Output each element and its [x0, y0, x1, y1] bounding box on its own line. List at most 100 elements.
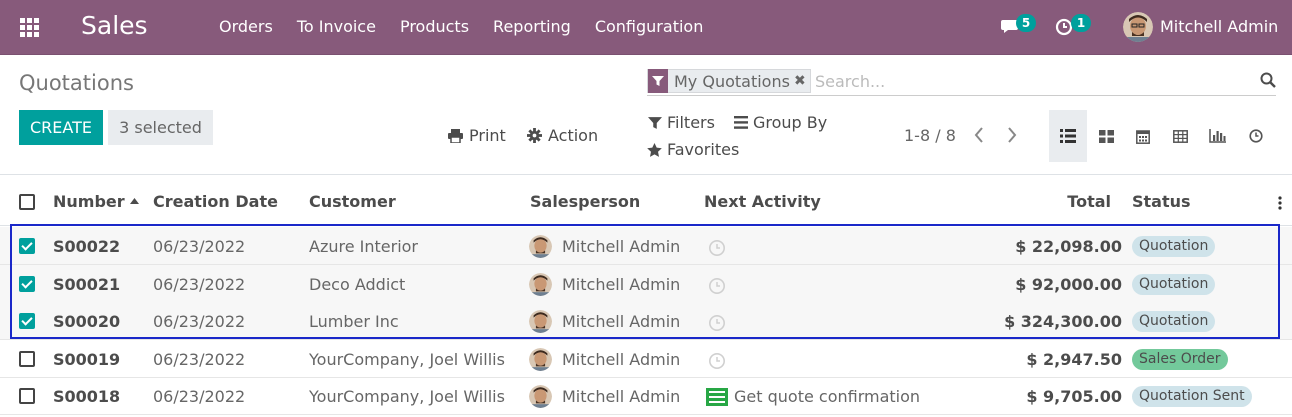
chevron-left-icon[interactable]: [974, 127, 984, 143]
print-button[interactable]: Print: [448, 126, 506, 145]
customer-name: YourCompany, Joel Willis: [309, 349, 505, 369]
messages-count-badge: 5: [1016, 14, 1036, 32]
filter-icon: [648, 116, 662, 129]
order-number: S00019: [53, 349, 121, 369]
filter-icon: [648, 69, 668, 93]
favorites-label: Favorites: [667, 140, 740, 159]
row-checkbox[interactable]: [19, 388, 35, 404]
order-number: S00022: [53, 237, 121, 256]
select-all-checkbox[interactable]: [19, 194, 35, 210]
salesperson-avatar-icon: [529, 385, 552, 408]
bar-chart-icon: [1208, 129, 1226, 143]
salesperson-name: Mitchell Admin: [562, 387, 681, 406]
salesperson-avatar-icon: [529, 347, 552, 371]
clock-icon[interactable]: [708, 314, 726, 336]
table-row[interactable]: S00019 06/23/2022 YourCompany, Joel Willis…: [0, 340, 1292, 378]
salesperson-avatar-icon: [529, 310, 552, 333]
bars-icon: [734, 116, 748, 129]
sort-ascending-icon: [130, 198, 139, 204]
salesperson-avatar: [529, 235, 552, 258]
salesperson-name: Mitchell Admin: [562, 312, 681, 331]
activities-count-badge: 1: [1071, 14, 1091, 32]
col-salesperson[interactable]: Salesperson: [530, 192, 640, 211]
column-options-icon[interactable]: [1278, 196, 1282, 210]
table-row[interactable]: S00021 06/23/2022 Deco Addict Mitchell Admi…: [0, 264, 1292, 303]
salesperson-avatar: [529, 310, 552, 333]
group-by-button[interactable]: Group By: [734, 113, 827, 132]
todo-activity-icon[interactable]: [706, 388, 728, 410]
kanban-view-icon: [1098, 129, 1114, 143]
row-checkbox[interactable]: [19, 275, 35, 292]
facet-label: My Quotations: [674, 71, 790, 91]
table-row[interactable]: S00018 06/23/2022 YourCompany, Joel Willis…: [0, 377, 1292, 415]
table-row[interactable]: S00020 06/23/2022 Lumber Inc Mitchell Admin…: [0, 302, 1292, 340]
order-total: $ 9,705.00: [1026, 387, 1122, 406]
facet-close-icon[interactable]: ✖: [794, 73, 810, 89]
view-pivot-button[interactable]: [1161, 110, 1199, 162]
menu-to-invoice[interactable]: To Invoice: [297, 17, 376, 36]
search-input[interactable]: [815, 70, 1245, 92]
action-button[interactable]: Action: [527, 126, 598, 145]
customer-name: Azure Interior: [309, 237, 419, 256]
calendar-view-icon: [1136, 129, 1150, 144]
view-list-button[interactable]: [1049, 110, 1087, 162]
filters-button[interactable]: Filters: [648, 113, 715, 132]
col-status[interactable]: Status: [1132, 192, 1191, 211]
menu-orders[interactable]: Orders: [219, 17, 273, 36]
col-next-activity[interactable]: Next Activity: [704, 192, 821, 211]
view-activity-button[interactable]: [1237, 110, 1275, 162]
app-name[interactable]: Sales: [81, 11, 148, 40]
salesperson-name: Mitchell Admin: [562, 237, 681, 256]
view-calendar-button[interactable]: [1124, 110, 1162, 162]
clock-icon: [1249, 129, 1263, 143]
salesperson-name: Mitchell Admin: [562, 349, 681, 369]
search-facet-my-quotations: My Quotations ✖: [647, 69, 811, 93]
order-total: $ 2,947.50: [1026, 349, 1122, 369]
pivot-view-icon: [1172, 129, 1188, 143]
col-customer[interactable]: Customer: [309, 192, 396, 211]
selected-count: 3 selected: [108, 110, 213, 145]
quotations-list: Number Creation Date Customer Salesperso…: [0, 174, 1292, 415]
gear-icon: [527, 128, 542, 143]
menu-reporting[interactable]: Reporting: [493, 17, 571, 36]
col-creation-date[interactable]: Creation Date: [153, 192, 278, 211]
col-total[interactable]: Total: [1067, 192, 1111, 211]
menu-products[interactable]: Products: [400, 17, 469, 36]
status-badge: Quotation Sent: [1132, 386, 1252, 407]
creation-date: 06/23/2022: [153, 387, 246, 406]
clock-icon[interactable]: [708, 352, 726, 374]
row-checkbox[interactable]: [19, 238, 35, 254]
order-total: $ 324,300.00: [1004, 312, 1122, 331]
print-icon: [448, 128, 463, 143]
row-checkbox[interactable]: [19, 350, 35, 367]
user-name[interactable]: Mitchell Admin: [1160, 17, 1278, 36]
col-number[interactable]: Number: [53, 192, 125, 211]
view-graph-button[interactable]: [1198, 110, 1236, 162]
row-checkbox[interactable]: [19, 313, 35, 329]
list-header: Number Creation Date Customer Salesperso…: [0, 175, 1292, 226]
salesperson-avatar: [529, 347, 552, 371]
order-number: S00020: [53, 312, 121, 331]
user-avatar[interactable]: [1123, 12, 1153, 42]
status-badge: Quotation: [1132, 236, 1216, 257]
clock-icon[interactable]: [708, 239, 726, 261]
next-activity-label[interactable]: Get quote confirmation: [734, 387, 920, 406]
creation-date: 06/23/2022: [153, 312, 246, 331]
create-button[interactable]: CREATE: [19, 110, 103, 145]
chevron-right-icon[interactable]: [1007, 127, 1017, 143]
customer-name: Deco Addict: [309, 274, 406, 294]
search-icon[interactable]: [1260, 72, 1276, 88]
table-row[interactable]: S00022 06/23/2022 Azure Interior Mitchell A…: [0, 227, 1292, 265]
menu-configuration[interactable]: Configuration: [595, 17, 704, 36]
salesperson-name: Mitchell Admin: [562, 274, 681, 294]
apps-grid-icon[interactable]: [20, 18, 40, 37]
pager-value[interactable]: 1-8 / 8: [904, 126, 956, 145]
page-title: Quotations: [19, 71, 134, 95]
customer-name: YourCompany, Joel Willis: [309, 387, 505, 406]
clock-icon[interactable]: [708, 277, 726, 299]
status-badge: Quotation: [1132, 311, 1216, 332]
view-kanban-button[interactable]: [1087, 110, 1125, 162]
favorites-button[interactable]: Favorites: [647, 140, 739, 159]
list-view-icon: [1060, 129, 1076, 143]
order-number: S00018: [53, 387, 121, 406]
